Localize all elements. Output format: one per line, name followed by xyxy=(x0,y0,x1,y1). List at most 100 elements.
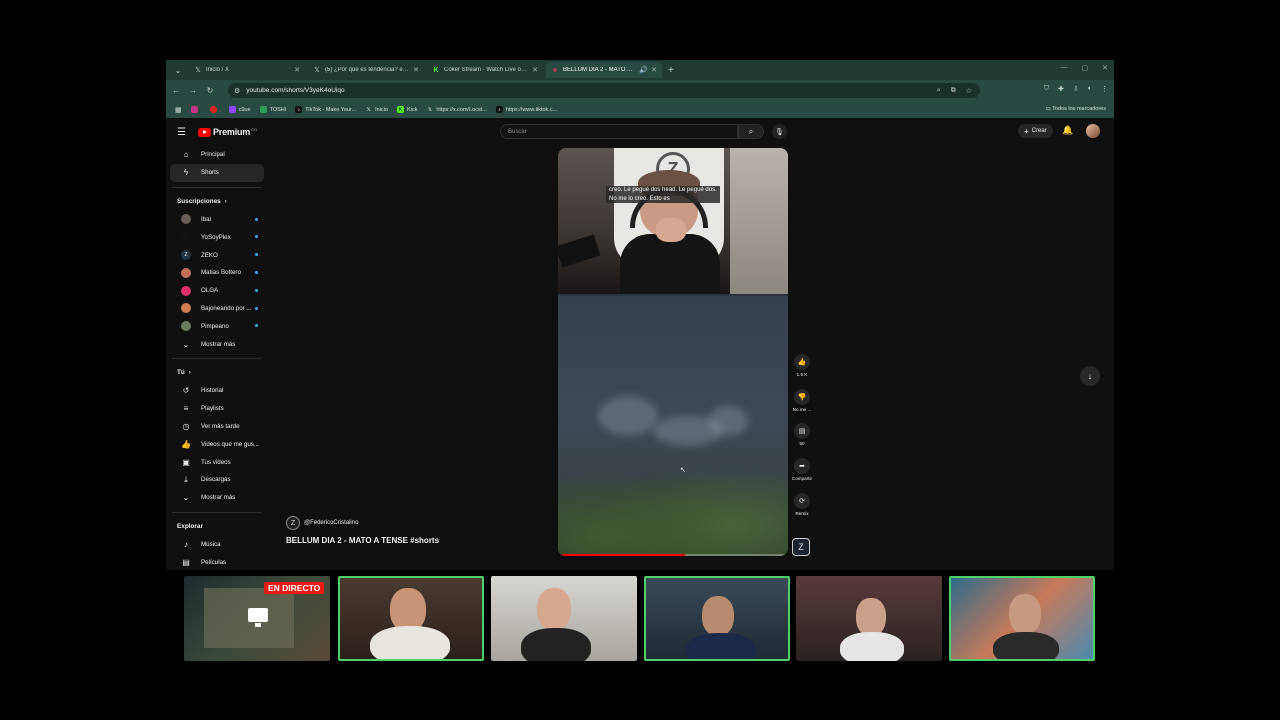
sidebar-item-subscription[interactable]: Bajoneando por ... xyxy=(170,300,264,318)
cam-tile-streamer-4 xyxy=(796,576,942,661)
tiktok-icon: ♪ xyxy=(295,106,303,113)
search-input[interactable]: Buscar xyxy=(500,124,738,139)
apps-icon[interactable]: ▦ xyxy=(175,106,182,114)
notifications-bell-icon[interactable]: 🔔 xyxy=(1062,125,1073,136)
divider xyxy=(172,357,262,359)
all-bookmarks[interactable]: ▭ Todos los marcadores xyxy=(1046,106,1106,112)
sidebar-item-subscription[interactable]: OLGA xyxy=(170,282,264,300)
sidebar-item-liked-videos[interactable]: 👍 Videos que me gus... xyxy=(170,435,264,453)
voice-search-button[interactable]: 🎙 xyxy=(772,124,787,139)
avatar xyxy=(181,267,191,278)
downloads-icon[interactable]: ⇩ xyxy=(1073,85,1079,93)
sidebar-item-subscription[interactable]: YoSoyPlex xyxy=(170,228,264,246)
search-icon: ⌕ xyxy=(748,126,754,136)
youtube-premium-logo[interactable]: Premium CO xyxy=(198,127,257,137)
shorts-video-player[interactable]: Z creo. Le pegué dos head. Le pegué dos.… xyxy=(558,148,788,556)
close-icon[interactable]: ✕ xyxy=(413,66,419,74)
reload-icon[interactable]: ↻ xyxy=(203,86,217,95)
sidebar-item-subscription[interactable]: Z ZEKO xyxy=(170,246,264,264)
new-tab-button[interactable]: + xyxy=(668,65,674,76)
hamburger-menu-icon[interactable]: ☰ xyxy=(177,127,186,138)
sidebar-item-historial[interactable]: ↺ Historial xyxy=(170,382,264,400)
share-button[interactable]: ➦ Compartir xyxy=(788,458,816,481)
profile-icon[interactable]: ◐ xyxy=(1088,85,1092,93)
channel-info[interactable]: Z @FedericoCristalino xyxy=(286,516,439,530)
mic-icon: 🎙 xyxy=(775,128,784,136)
remix-button[interactable]: ⟳ Remix xyxy=(788,493,816,516)
tab-search-icon[interactable]: ⌄ xyxy=(170,63,186,77)
bookmark-tiktok-2[interactable]: ♪ https://www.tiktok.c... xyxy=(495,106,557,113)
minimize-icon[interactable]: — xyxy=(1061,64,1068,72)
sidebar-item-movies[interactable]: ▤ Películas xyxy=(170,553,264,570)
like-button[interactable]: 👍 1.9 K xyxy=(788,354,816,377)
sidebar-item-principal[interactable]: ⌂ Principal xyxy=(170,146,264,164)
zoom-icon[interactable]: ⌕ xyxy=(937,87,941,95)
bookmark-star-icon[interactable]: ☆ xyxy=(966,87,972,95)
site-info-icon[interactable]: ⚙ xyxy=(234,87,240,95)
audio-icon[interactable]: 🔊 xyxy=(639,66,648,74)
tab-title: BELLUM DIA 2 - MATO A TE xyxy=(563,67,637,73)
chevron-right-icon: › xyxy=(188,369,191,376)
tab-tendencia-x[interactable]: 𝕏 (5) ¿Por qué es tendencia? en X ✕ xyxy=(308,62,424,78)
forward-icon[interactable]: → xyxy=(186,86,200,95)
show-more-you[interactable]: ⌄ Mostrar más xyxy=(170,489,264,507)
plus-icon: + xyxy=(1024,126,1029,136)
sidebar-item-shorts[interactable]: ϟ Shorts xyxy=(170,163,264,182)
short-title: BELLUM DIA 2 - MATO A TENSE #shorts xyxy=(286,536,440,545)
cam-tile-streamer-1 xyxy=(338,576,484,661)
avatar xyxy=(181,232,191,243)
channel-handle[interactable]: @FedericoCristalino xyxy=(304,520,358,526)
omnibox[interactable]: ⚙ youtube.com/shorts/V3yeK4oUiqo ⌕ ⧉ ☆ xyxy=(228,83,980,98)
home-icon: ⌂ xyxy=(183,150,189,160)
maximize-icon[interactable]: ▢ xyxy=(1082,64,1089,72)
cast-icon[interactable]: ⧉ xyxy=(951,87,956,95)
create-button[interactable]: + Crear xyxy=(1018,124,1053,138)
dislike-button[interactable]: 👎 No me ... xyxy=(788,389,816,412)
close-icon[interactable]: ✕ xyxy=(294,66,300,74)
bookmark-toshi[interactable]: TOSHI xyxy=(259,106,286,113)
sidebar-item-subscription[interactable]: Pimpeano xyxy=(170,317,264,335)
account-avatar[interactable] xyxy=(1086,124,1100,138)
you-heading[interactable]: Tú › xyxy=(166,364,268,382)
next-short-button[interactable]: ↓ xyxy=(1080,366,1100,386)
bookmark-kick[interactable]: K Kick xyxy=(396,106,417,113)
tab-youtube-short[interactable]: ● BELLUM DIA 2 - MATO A TE 🔊 ✕ xyxy=(546,62,662,78)
x-logo-icon: 𝕏 xyxy=(195,67,201,74)
sidebar-item-downloads[interactable]: ⤓ Descargas xyxy=(170,471,264,489)
tab-inicio-x[interactable]: 𝕏 Inicio / X ✕ xyxy=(189,62,305,78)
tab-kick[interactable]: K Coker Stream - Watch Live on K ✕ xyxy=(427,62,543,78)
sidebar-item-music[interactable]: ♪ Música xyxy=(170,536,264,554)
new-content-dot xyxy=(255,324,258,328)
channel-thumbnail-icon[interactable]: Z xyxy=(792,538,810,556)
sidebar-item-watch-later[interactable]: ◷ Ver más tarde xyxy=(170,418,264,436)
twitch-icon xyxy=(228,106,236,113)
close-icon[interactable]: ✕ xyxy=(651,66,657,74)
extension-shield-icon[interactable]: ⛉ xyxy=(1044,85,1049,93)
tab-title: Coker Stream - Watch Live on K xyxy=(444,67,530,73)
sidebar-item-subscription[interactable]: Matias Bottero xyxy=(170,264,264,282)
new-content-dot xyxy=(255,235,258,239)
video-progress-bar[interactable] xyxy=(558,554,788,556)
close-icon[interactable]: ✕ xyxy=(532,66,538,74)
extensions-icon[interactable]: ✚ xyxy=(1058,85,1064,93)
sidebar-item-playlists[interactable]: ≡ Playlists xyxy=(170,400,264,418)
comments-button[interactable]: ▤ 50 xyxy=(788,423,816,446)
url-text[interactable]: youtube.com/shorts/V3yeK4oUiqo xyxy=(246,87,344,94)
back-icon[interactable]: ← xyxy=(169,86,183,95)
sidebar-item-your-videos[interactable]: ▣ Tus videos xyxy=(170,453,264,471)
thumbs-up-icon: 👍 xyxy=(181,439,191,449)
subscriptions-heading[interactable]: Suscripciones › xyxy=(166,193,268,211)
close-window-icon[interactable]: ✕ xyxy=(1102,64,1108,72)
sidebar-item-subscription[interactable]: Ibai xyxy=(170,211,264,229)
show-more-subscriptions[interactable]: ⌄ Mostrar más xyxy=(170,335,264,353)
bookmark-instagram[interactable] xyxy=(190,106,201,113)
bookmark-tiktok[interactable]: ♪ TikTok - Make Your... xyxy=(295,106,356,113)
channel-avatar[interactable]: Z xyxy=(286,516,300,530)
bookmark-red[interactable] xyxy=(209,106,220,113)
bookmark-inicio[interactable]: 𝕏 Inicio xyxy=(365,106,388,113)
bookmark-x-locst[interactable]: 𝕏https://x.com/Locst... xyxy=(426,106,487,113)
youtube-logo-icon: ● xyxy=(552,66,558,74)
bookmark-c9ue[interactable]: c9ue xyxy=(228,106,251,113)
search-button[interactable]: ⌕ xyxy=(738,124,764,139)
menu-kebab-icon[interactable]: ⋮ xyxy=(1101,85,1108,93)
